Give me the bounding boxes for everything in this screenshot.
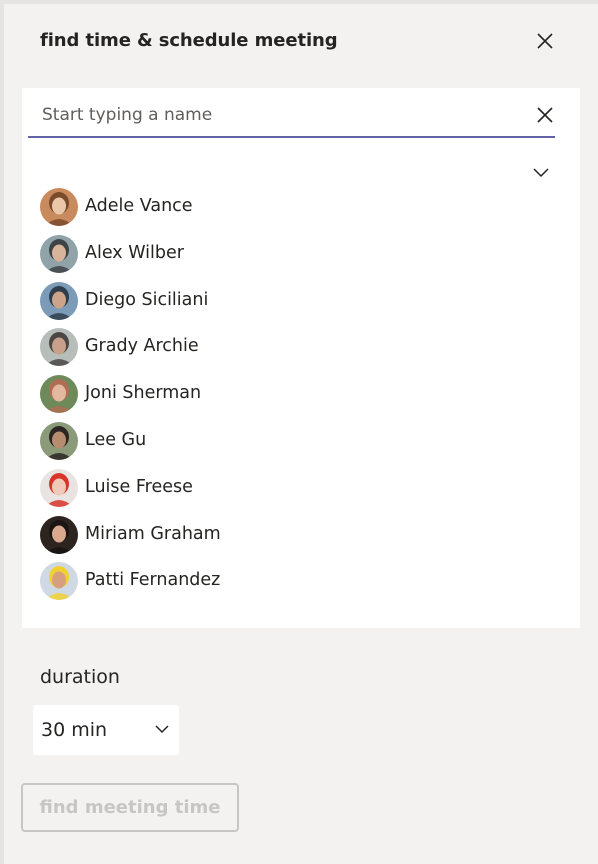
search-input[interactable] — [42, 100, 512, 130]
avatar — [40, 188, 78, 226]
person-name: Lee Gu — [85, 430, 147, 450]
person-item[interactable]: Diego Siciliani — [22, 278, 580, 324]
person-name: Miriam Graham — [85, 523, 221, 544]
person-item[interactable]: Alex Wilber — [22, 231, 580, 277]
close-icon — [537, 33, 553, 49]
avatar — [40, 375, 78, 414]
avatar — [40, 468, 78, 507]
person-item[interactable]: Luise Freese — [22, 465, 580, 511]
duration-label: duration — [40, 666, 120, 688]
person-name: Joni Sherman — [85, 383, 202, 404]
find-meeting-time-button[interactable]: find meeting time — [21, 783, 239, 832]
person-name: Luise Freese — [85, 476, 193, 497]
person-item[interactable]: Lee Gu — [22, 418, 580, 464]
avatar — [40, 281, 78, 320]
chevron-down-icon — [533, 168, 549, 178]
panel-header: find time & schedule meeting — [4, 4, 598, 76]
avatar — [40, 234, 78, 273]
person-name: Grady Archie — [85, 336, 199, 357]
people-picker-card: Adele Vance Alex Wilber Diego Siciliani Gra… — [22, 88, 580, 628]
person-item[interactable]: Grady Archie — [22, 324, 580, 370]
person-name: Patti Fernandez — [85, 570, 221, 591]
close-icon — [537, 107, 553, 123]
expand-list-button[interactable] — [530, 164, 552, 182]
schedule-panel: find time & schedule meeting Adele Vance… — [4, 4, 598, 864]
duration-dropdown[interactable]: 30 min — [33, 705, 179, 755]
avatar — [40, 422, 78, 460]
person-item[interactable]: Patti Fernandez — [22, 558, 580, 604]
search-field — [28, 92, 555, 138]
person-name: Diego Siciliani — [85, 289, 209, 310]
person-name: Adele Vance — [85, 196, 193, 216]
chevron-down-icon — [155, 725, 169, 734]
person-item[interactable]: Joni Sherman — [22, 371, 580, 417]
avatar — [40, 328, 78, 367]
person-item[interactable]: Miriam Graham — [22, 512, 580, 558]
avatar — [40, 562, 78, 601]
person-name: Alex Wilber — [85, 242, 184, 263]
duration-value: 30 min — [41, 719, 108, 741]
panel-title: find time & schedule meeting — [40, 30, 338, 51]
clear-search-button[interactable] — [534, 104, 556, 126]
avatar — [40, 515, 78, 554]
close-button[interactable] — [534, 30, 556, 52]
person-item[interactable]: Adele Vance — [22, 184, 580, 230]
